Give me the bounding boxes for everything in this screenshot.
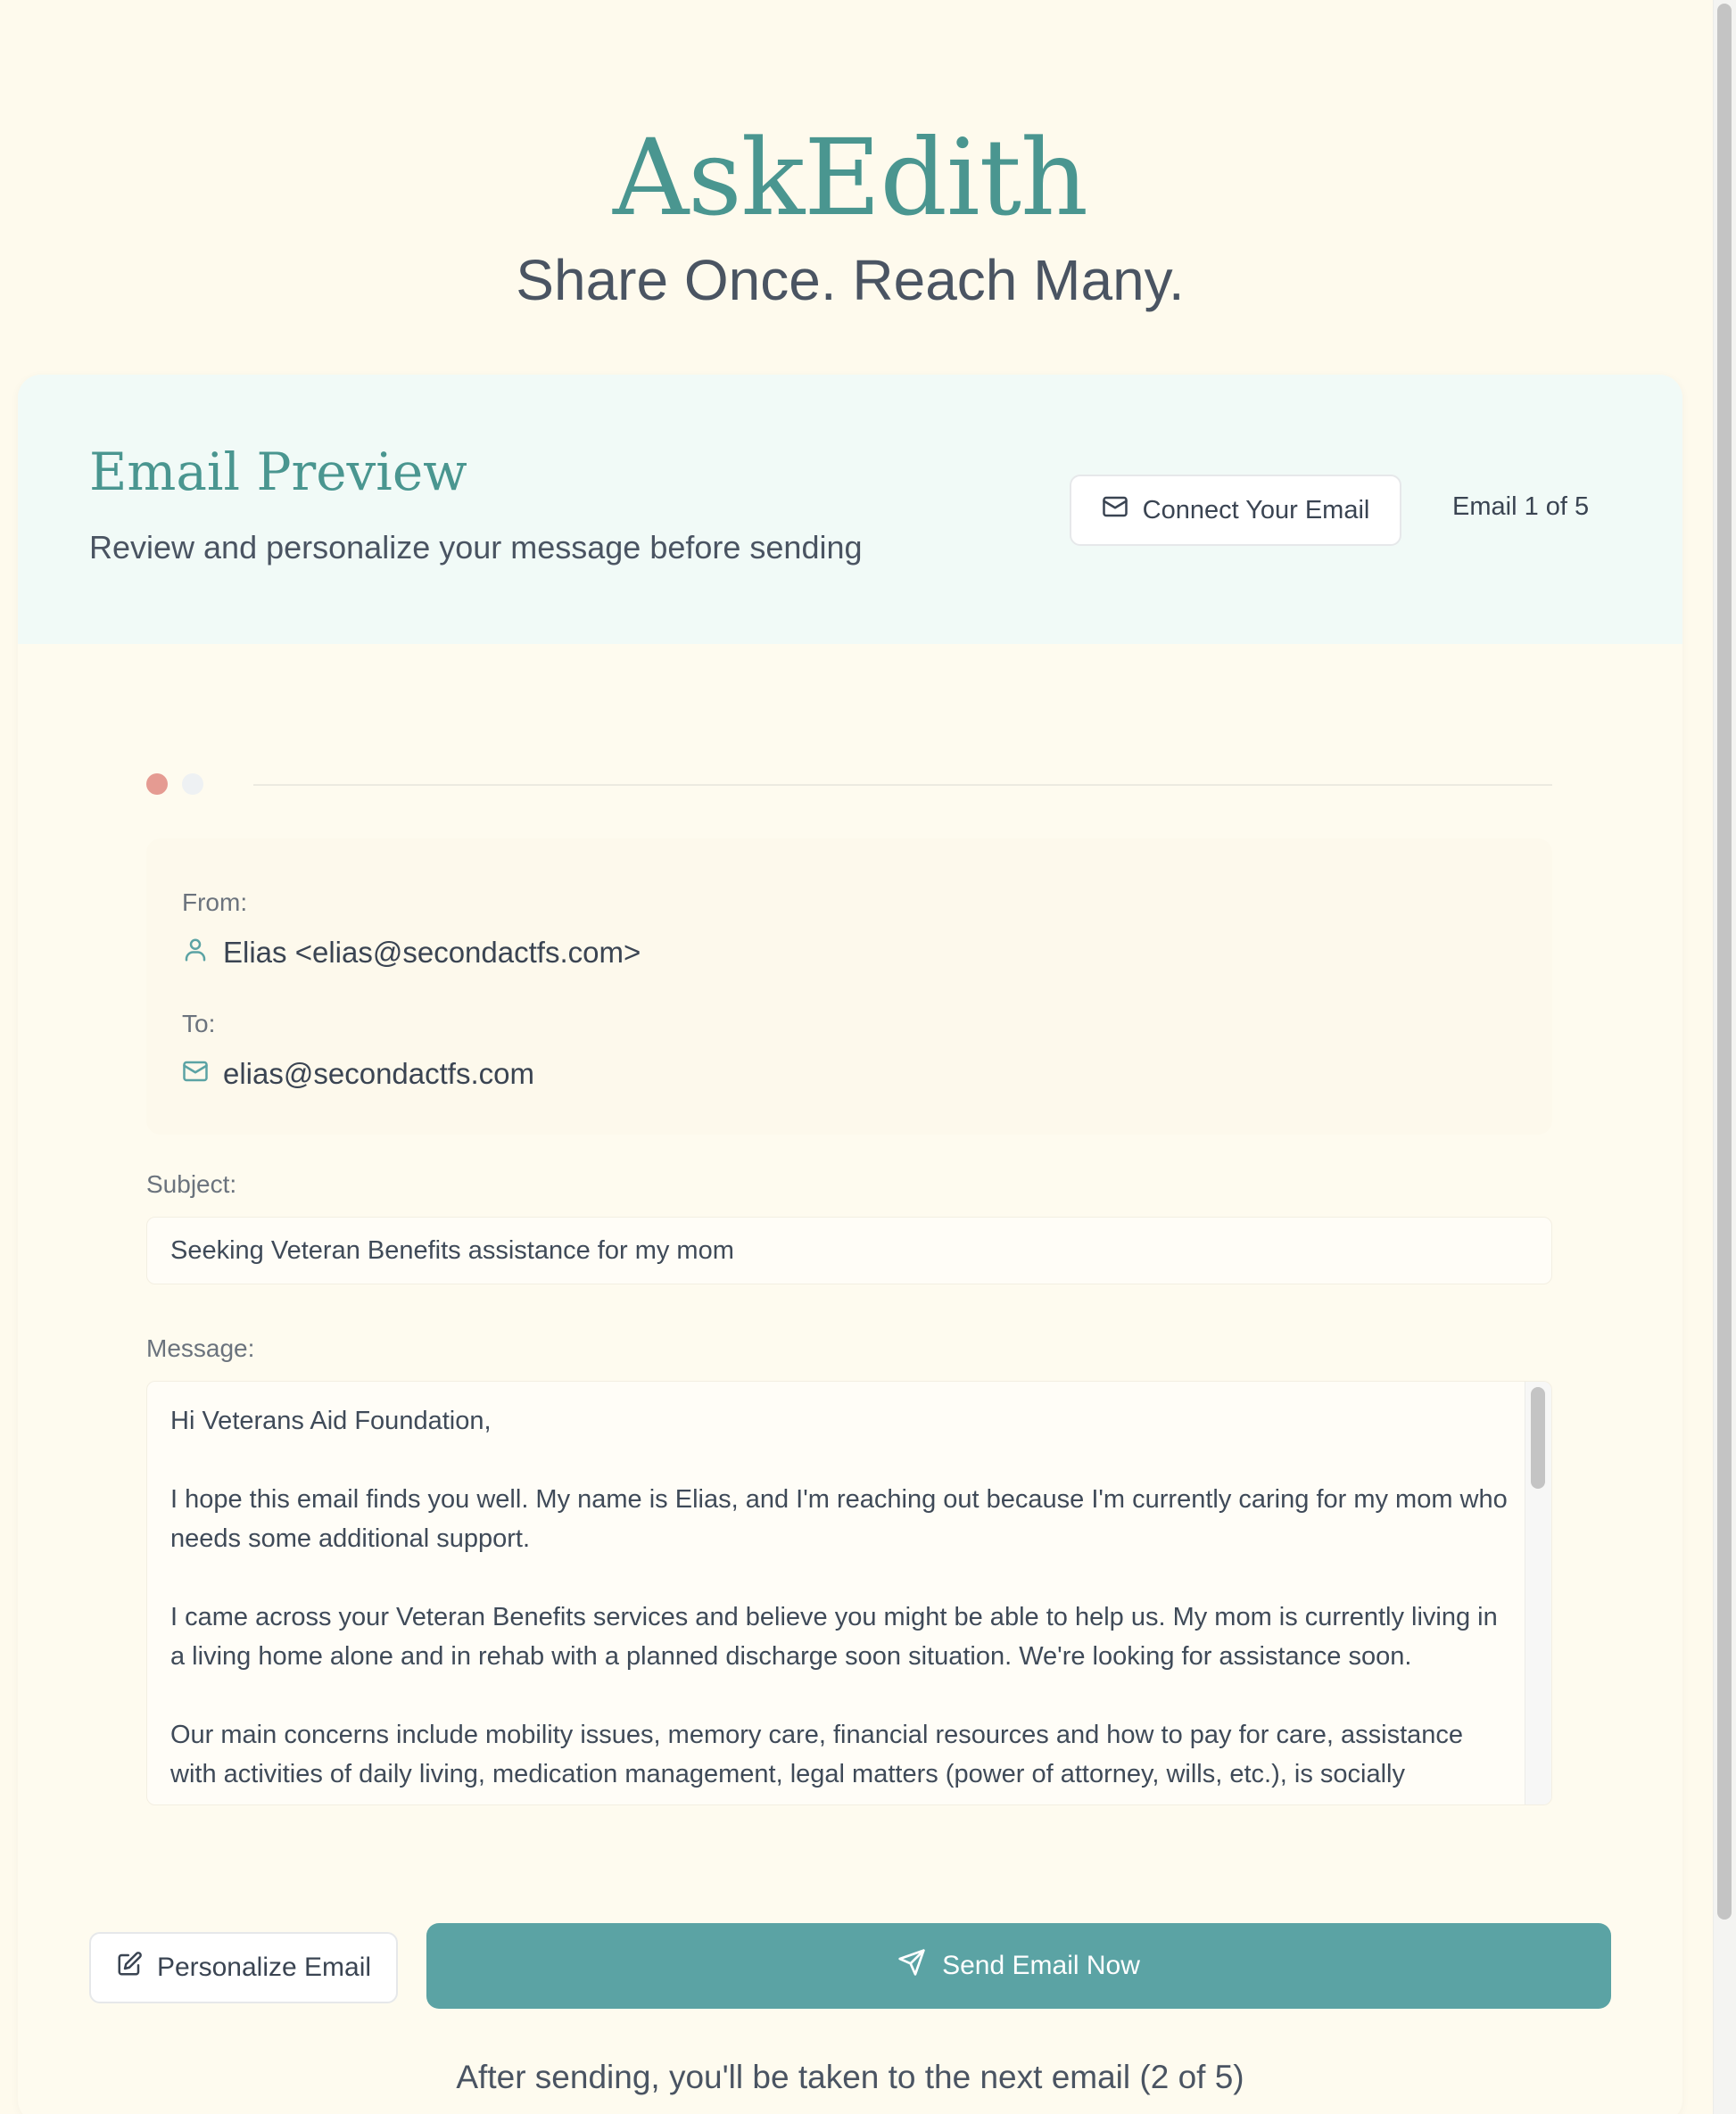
personalize-email-label: Personalize Email — [156, 1953, 372, 1982]
from-row: Elias <elias@secondactfs.com> — [182, 937, 641, 968]
page: AskEdith Share Once. Reach Many. Email P… — [0, 0, 1736, 2114]
message-label: Message: — [146, 1334, 255, 1362]
card-header: Email Preview Review and personalize you… — [18, 375, 1682, 644]
email-preview-card: Email Preview Review and personalize you… — [18, 375, 1682, 2114]
mail-icon — [1102, 493, 1128, 527]
from-value: Elias <elias@secondactfs.com> — [223, 936, 641, 969]
subject-value: Seeking Veteran Benefits assistance for … — [170, 1235, 734, 1265]
to-value: elias@secondactfs.com — [223, 1057, 534, 1090]
to-label: To: — [182, 1010, 216, 1037]
page-scrollbar-thumb[interactable] — [1717, 4, 1732, 1920]
mail-icon — [182, 1058, 209, 1089]
after-send-note: After sending, you'll be taken to the ne… — [456, 2059, 1244, 2095]
message-scrollbar[interactable] — [1525, 1382, 1551, 1804]
connect-email-button[interactable]: Connect Your Email — [1070, 475, 1401, 546]
edit-icon — [116, 1951, 143, 1985]
progress-dot-inactive — [182, 773, 203, 795]
subject-label: Subject: — [146, 1170, 237, 1198]
subject-field[interactable]: Seeking Veteran Benefits assistance for … — [146, 1217, 1552, 1284]
progress-line — [253, 784, 1552, 786]
connect-email-label: Connect Your Email — [1142, 495, 1370, 524]
message-scrollbar-thumb[interactable] — [1531, 1387, 1545, 1489]
send-icon — [897, 1948, 926, 1984]
personalize-email-button[interactable]: Personalize Email — [89, 1932, 398, 2003]
to-row: elias@secondactfs.com — [182, 1058, 534, 1089]
message-textarea[interactable]: Hi Veterans Aid Foundation, I hope this … — [146, 1381, 1552, 1805]
user-icon — [182, 937, 209, 968]
send-email-label: Send Email Now — [942, 1951, 1140, 1980]
email-counter: Email 1 of 5 — [1452, 492, 1590, 521]
card-title: Email Preview — [89, 442, 467, 502]
from-to-block: From: Elias <elias@secondactfs.com> To: — [146, 838, 1552, 1135]
from-label: From: — [182, 888, 248, 916]
message-body: Hi Veterans Aid Foundation, I hope this … — [170, 1407, 1508, 1788]
tagline: Share Once. Reach Many. — [516, 248, 1185, 312]
brand-logo: AskEdith — [612, 116, 1088, 239]
send-email-button[interactable]: Send Email Now — [426, 1923, 1611, 2009]
card-subtitle: Review and personalize your message befo… — [89, 529, 863, 566]
progress-dot-active — [146, 773, 168, 795]
